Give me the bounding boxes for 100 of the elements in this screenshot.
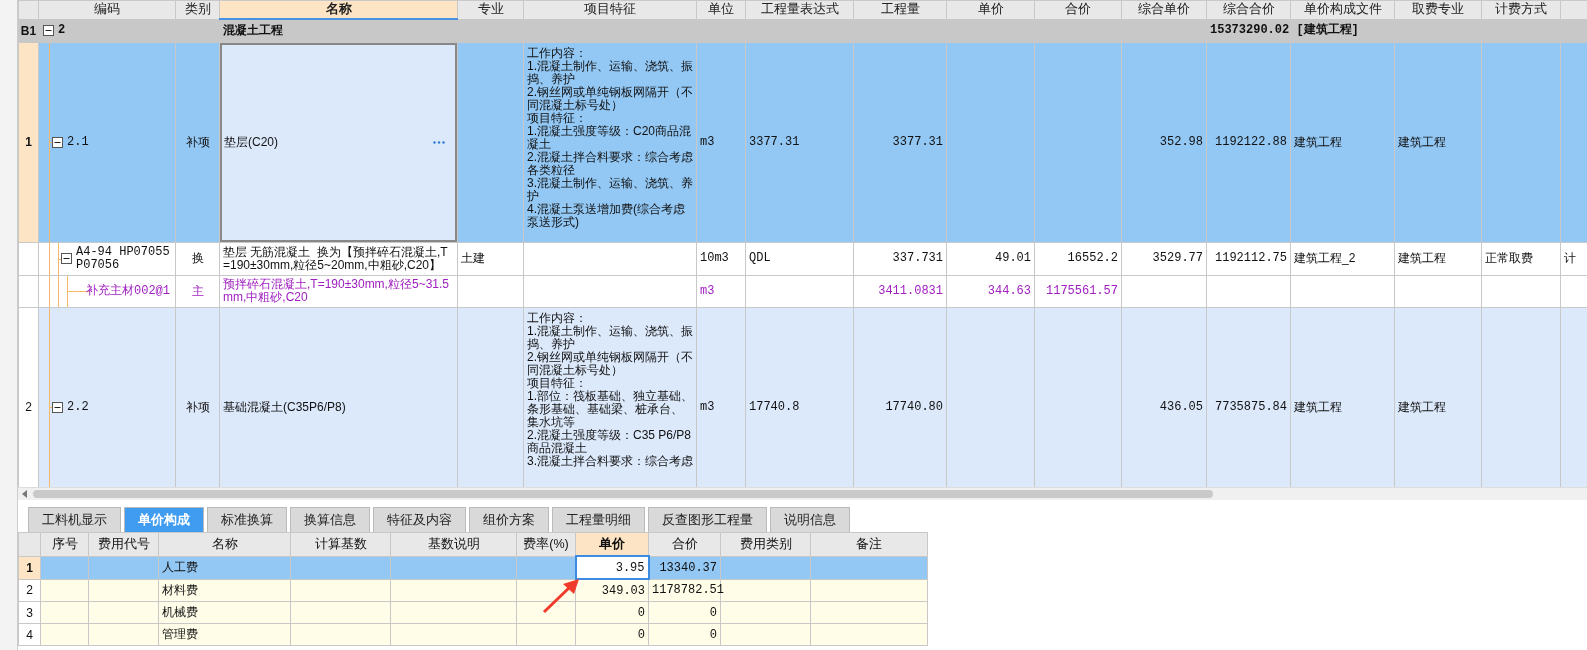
row-header: 1: [18, 556, 41, 579]
table-cell: 1192122.88: [1206, 42, 1291, 242]
table-cell: 换: [175, 242, 220, 275]
column-header[interactable]: 工程量表达式: [745, 0, 854, 19]
item-code: 2: [58, 24, 66, 37]
group-total: 15373290.02 [建筑工程]: [1206, 19, 1395, 42]
collapse-icon[interactable]: [52, 401, 63, 413]
column-header[interactable]: 类别: [175, 0, 220, 19]
column-header[interactable]: 计算基数: [290, 532, 391, 556]
table-cell: 3377.31: [745, 42, 854, 242]
table-cell: 3377.31: [853, 42, 947, 242]
table-cell: 机械费: [158, 601, 291, 624]
column-header[interactable]: 合价: [1034, 0, 1122, 19]
feature-text: 工作内容： 1.混凝土制作、运输、浇筑、振捣、养护 2.钢丝网或单纯钢板网隔开（不同混凝土标号处） 项目特征： 1.混凝土强度等级：C20商品混凝土 2.混凝土拌合料要求：综合考虑各类粒径 3.混凝土制作、运输、浇筑、养护 4.混凝土泵送增加费(综合考虑泵送形式): [523, 42, 697, 242]
panel-tab[interactable]: 标准换算: [207, 507, 287, 532]
item-code: 2.2: [67, 400, 89, 414]
column-header[interactable]: 取费专业: [1394, 0, 1482, 19]
column-header[interactable]: 综合单价: [1121, 0, 1207, 19]
row-header: 1: [18, 42, 39, 242]
table-cell: 管理费: [158, 623, 291, 646]
table-cell: 1192112.75: [1206, 242, 1291, 275]
table-cell: 16552.2: [1034, 242, 1122, 275]
item-code: 补充主材002@1: [86, 284, 170, 298]
scroll-left-icon[interactable]: [22, 490, 27, 498]
table-cell: 正常取费: [1481, 242, 1561, 275]
column-header[interactable]: 工程量: [853, 0, 947, 19]
table-cell: 土建: [457, 242, 524, 275]
column-header[interactable]: 费用类别: [720, 532, 811, 556]
table-cell: 垫层 无筋混凝土 换为【预拌碎石混凝土,T=190±30mm,粒径5~20mm,中粗砂,C20】: [219, 242, 458, 275]
table-cell: 建筑工程: [1394, 42, 1482, 242]
panel-tab[interactable]: 说明信息: [770, 507, 850, 532]
collapse-icon[interactable]: [43, 25, 54, 36]
panel-tab[interactable]: 反查图形工程量: [648, 507, 767, 532]
column-header[interactable]: 专业: [457, 0, 524, 19]
corner-header: [18, 0, 39, 19]
table-cell: 49.01: [946, 242, 1035, 275]
column-header[interactable]: 单位: [696, 0, 746, 19]
column-header[interactable]: 合价: [648, 532, 721, 556]
panel-tab[interactable]: 组价方案: [469, 507, 549, 532]
row-header: B1: [18, 19, 39, 42]
column-header[interactable]: 费用代号: [88, 532, 159, 556]
table-cell: m3: [696, 307, 746, 487]
column-header[interactable]: 费率(%): [516, 532, 576, 556]
table-cell: 建筑工程: [1290, 307, 1395, 487]
item-code: A4-94 HP07055 P07056: [76, 245, 171, 272]
column-header[interactable]: 计费方式: [1481, 0, 1561, 19]
column-header[interactable]: 名称: [158, 532, 291, 556]
collapse-icon[interactable]: [61, 253, 72, 264]
column-header[interactable]: 编码: [38, 0, 176, 19]
panel-tab[interactable]: 工料机显示: [28, 507, 121, 532]
row-header: 2: [18, 579, 41, 602]
column-header[interactable]: 项目特征: [523, 0, 697, 19]
column-header[interactable]: 单价: [946, 0, 1035, 19]
table-cell: 17740.80: [853, 307, 947, 487]
table-cell: 17740.8: [745, 307, 854, 487]
column-header[interactable]: 基数说明: [390, 532, 517, 556]
table-cell: 344.63: [946, 275, 1035, 307]
table-cell: m3: [696, 275, 746, 307]
column-header[interactable]: 名称: [219, 0, 458, 19]
table-cell: 预拌碎石混凝土,T=190±30mm,粒径5~31.5mm,中粗砂,C20: [219, 275, 458, 307]
corner-header: [18, 532, 41, 556]
horizontal-scrollbar[interactable]: [18, 487, 1587, 500]
table-cell: 352.98: [1121, 42, 1207, 242]
table-cell: 材料费: [158, 579, 291, 602]
table-cell: 建筑工程: [1394, 307, 1482, 487]
table-cell: 337.731: [853, 242, 947, 275]
more-icon[interactable]: [433, 140, 445, 144]
arrow-annotation: [541, 578, 581, 614]
table-cell: 10m3: [696, 242, 746, 275]
column-header[interactable]: 单价: [575, 532, 649, 556]
table-cell: 建筑工程: [1290, 42, 1395, 242]
table-cell: 436.05: [1121, 307, 1207, 487]
table-cell: 基础混凝土(C35P6/P8): [219, 307, 458, 487]
price-input[interactable]: 3.95: [575, 556, 649, 579]
column-header[interactable]: 单价构成文件: [1290, 0, 1395, 19]
table-cell: 人工费: [158, 556, 291, 579]
item-name: 垫层(C20): [224, 135, 278, 149]
panel-tab[interactable]: 换算信息: [290, 507, 370, 532]
table-cell: 1175561.57: [1034, 275, 1122, 307]
collapse-icon[interactable]: [52, 136, 63, 148]
column-header[interactable]: 备注: [810, 532, 928, 556]
panel-tab[interactable]: 工程量明细: [552, 507, 645, 532]
table-cell: 3529.77: [1121, 242, 1207, 275]
panel-tab[interactable]: 特征及内容: [373, 507, 466, 532]
column-header[interactable]: 序号: [40, 532, 89, 556]
row-header: 2: [18, 307, 39, 487]
table-cell: 3411.0831: [853, 275, 947, 307]
table-cell: 混凝土工程: [219, 19, 458, 42]
table-cell: 建筑工程: [1394, 242, 1482, 275]
table-cell: 补项: [175, 42, 220, 242]
row-header: 4: [18, 623, 41, 646]
item-code: 2.1: [67, 135, 89, 149]
column-header[interactable]: 综合合价: [1206, 0, 1291, 19]
row-header: 3: [18, 601, 41, 624]
table-cell: 补项: [175, 307, 220, 487]
table-cell: 7735875.84: [1206, 307, 1291, 487]
table-cell: 建筑工程_2: [1290, 242, 1395, 275]
name-editor[interactable]: 垫层(C20): [219, 42, 458, 242]
feature-text: 工作内容： 1.混凝土制作、运输、浇筑、振捣、养护 2.钢丝网或单纯钢板网隔开（不同混凝土标号处） 项目特征： 1.部位：筏板基础、独立基础、条形基础、基础梁、桩承台、集水坑等 2.混凝土强度等级：C35 P6/P8商品混凝土 3.混凝土拌合料要求：综合考虑: [523, 307, 697, 487]
table-cell: m3: [696, 42, 746, 242]
